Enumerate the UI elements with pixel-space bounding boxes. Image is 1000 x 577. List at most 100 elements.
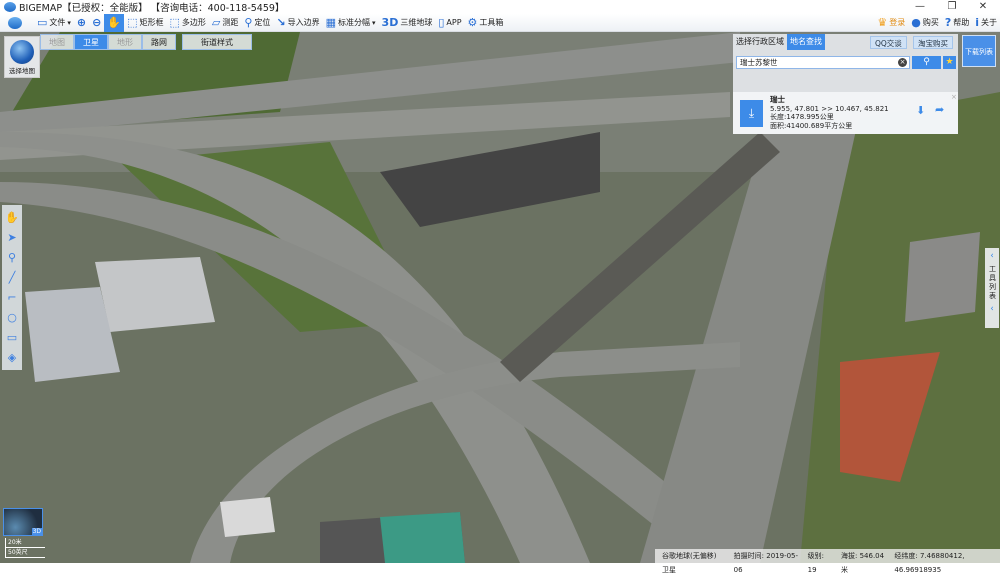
tab-place-search[interactable]: 地名查找 [787, 34, 825, 50]
login-badge-icon: ♛ [877, 16, 888, 29]
status-coords: 经纬度: 7.46880412, 46.96918935 [894, 552, 965, 574]
app-menu-button[interactable] [0, 14, 30, 32]
scale-bar: 20米 50英尺 [5, 538, 45, 558]
result-area: 面积:41400.689平方公里 [770, 121, 853, 130]
street-style-button[interactable]: 街道样式 [182, 34, 252, 50]
3d-icon: 3D [381, 16, 399, 29]
scale-metric: 20米 [5, 538, 45, 548]
restore-button[interactable]: ❐ [937, 0, 967, 14]
download-icon[interactable]: ⬇ [916, 104, 925, 117]
status-level: 级别: 19 [807, 552, 824, 574]
polygon-select-button[interactable]: ⬚ 多边形 [166, 14, 208, 32]
hand-pan-button[interactable]: ✋ [104, 13, 125, 32]
window-title: BIGEMAP【已授权：全能版】 【咨询电话：400-118-5459】 [19, 3, 285, 14]
hand-icon[interactable]: ✋ [5, 209, 19, 226]
ruler-button[interactable]: ▱ 测距 [209, 14, 241, 32]
marker-icon[interactable]: ⚲ [8, 249, 16, 266]
search-button[interactable]: ⚲ [912, 56, 941, 69]
close-result-icon[interactable]: × [951, 93, 957, 101]
chevron-down-icon: ▾ [67, 18, 71, 27]
3d-label: 3D [31, 528, 42, 535]
ruler-icon: ▱ [211, 16, 221, 29]
map-type-map[interactable]: 地图 [40, 34, 74, 50]
rectangle-select-icon: ⬚ [127, 16, 138, 29]
rectangle-icon[interactable]: ▭ [7, 329, 17, 346]
taobao-buy-button[interactable]: 淘宝购买 [913, 36, 953, 49]
chevron-down-icon: ▾ [372, 18, 376, 27]
toolbar-label: 多边形 [181, 18, 206, 27]
login-badge-button[interactable]: ♛ 登录 [874, 14, 908, 32]
toolbar-label: 定位 [254, 18, 271, 27]
chevron-left-icon: ‹ [990, 251, 994, 261]
map-type-roads[interactable]: 路网 [142, 34, 176, 50]
help-icon: ? [944, 16, 952, 29]
buy-button[interactable]: ● 购买 [908, 14, 942, 32]
map-type-switcher: 地图 卫星 地形 路网 街道样式 [40, 34, 252, 50]
map-type-terrain[interactable]: 地形 [108, 34, 142, 50]
toolbar-label: 工具箱 [479, 18, 504, 27]
grid-icon: ▦ [325, 16, 337, 29]
grid-button[interactable]: ▦ 标准分幅 ▾ [323, 14, 379, 32]
download-list-button[interactable]: 下载列表 [962, 35, 996, 67]
select-map-button[interactable]: 选择地图 [4, 36, 40, 78]
result-length: 长度:1478.995公里 [770, 113, 834, 121]
folder-button[interactable]: ▭ 文件 ▾ [34, 14, 74, 32]
status-date: 拍摄时间: 2019-05-06 [733, 552, 799, 574]
status-source: 谷歌地球(无偏移) 卫星 [662, 552, 717, 574]
tab-select-region[interactable]: 选择行政区域 [733, 34, 787, 50]
tool-list-toggle[interactable]: ‹ 工具列表 ‹ [985, 248, 999, 328]
title-bar: BIGEMAP【已授权：全能版】 【咨询电话：400-118-5459】 — ❐… [0, 0, 1000, 14]
toolbar-label: 购买 [922, 18, 939, 27]
import-boundary-icon: ↘ [276, 16, 286, 29]
toolbar-label: 关于 [981, 18, 997, 27]
zoom-in-button[interactable]: ⊕ [74, 14, 89, 32]
toolbar-label: 矩形框 [139, 18, 164, 27]
gear-button[interactable]: ⚙ 工具箱 [465, 14, 507, 32]
circle-icon[interactable]: ○ [7, 309, 17, 326]
polygon-select-icon: ⬚ [169, 16, 180, 29]
chevron-left-icon: ‹ [990, 304, 994, 314]
map-type-satellite[interactable]: 卫星 [74, 34, 108, 50]
toolbar-label: 导入边界 [287, 18, 320, 27]
about-icon: i [975, 16, 979, 29]
zoom-in-icon: ⊕ [76, 16, 87, 29]
search-query: 瑞士苏黎世 [740, 58, 778, 67]
app-logo-icon [4, 2, 16, 12]
about-button[interactable]: i 关于 [972, 14, 1000, 32]
toolbar-label: 帮助 [953, 18, 970, 27]
toolbar-label: APP [446, 18, 462, 27]
3d-minimap[interactable]: 3D [3, 508, 43, 536]
select-map-label: 选择地图 [9, 67, 35, 75]
tool-list-label: 工具列表 [988, 265, 997, 301]
toolbar-label: 三维地球 [400, 18, 433, 27]
location-pin-icon: ⚲ [244, 16, 253, 29]
eraser-icon[interactable]: ◈ [8, 349, 16, 366]
share-icon[interactable]: ➦ [935, 103, 944, 116]
phone-app-icon: ▯ [438, 16, 445, 29]
place-search-input[interactable]: 瑞士苏黎世 × [736, 56, 910, 69]
help-button[interactable]: ? 帮助 [942, 14, 972, 32]
polyline-icon[interactable]: ⌐ [7, 289, 16, 306]
search-result-item[interactable]: ⤓ 瑞士 5.955, 47.801 >> 10.467, 45.821 长度:… [733, 92, 958, 134]
qq-chat-button[interactable]: QQ交谈 [870, 36, 907, 49]
3d-button[interactable]: 3D 三维地球 [379, 14, 436, 32]
minimize-button[interactable]: — [905, 0, 935, 14]
favorite-star-icon[interactable]: ★ [943, 56, 956, 69]
arrow-icon[interactable]: ➤ [7, 229, 16, 246]
gear-icon: ⚙ [467, 16, 478, 29]
import-boundary-button[interactable]: ↘ 导入边界 [273, 14, 322, 32]
drawing-tools: ✋ ➤ ⚲ ╱ ⌐ ○ ▭ ◈ [2, 205, 22, 370]
rectangle-select-button[interactable]: ⬚ 矩形框 [124, 14, 166, 32]
location-pin-button[interactable]: ⚲ 定位 [241, 14, 273, 32]
toolbar-label: 登录 [889, 18, 906, 27]
globe-icon [10, 40, 34, 64]
status-altitude: 海拔: 546.04米 [841, 552, 885, 574]
clear-icon[interactable]: × [898, 58, 907, 67]
line-icon[interactable]: ╱ [9, 269, 16, 286]
scale-imperial: 50英尺 [5, 548, 45, 558]
phone-app-button[interactable]: ▯ APP [435, 14, 464, 32]
app-logo-icon [8, 16, 22, 29]
zoom-out-button[interactable]: ⊖ [89, 14, 104, 32]
hand-pan-icon: ✋ [107, 16, 122, 29]
close-button[interactable]: ✕ [968, 0, 998, 14]
